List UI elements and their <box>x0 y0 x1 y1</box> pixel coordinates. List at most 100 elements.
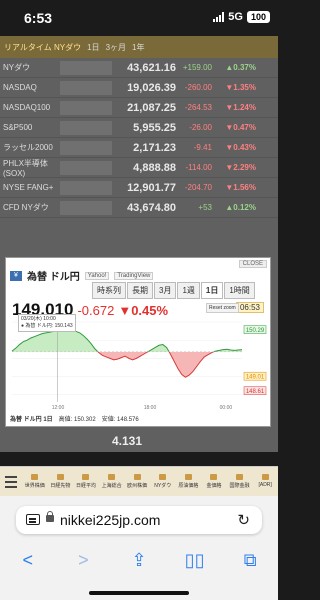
url-text[interactable]: nikkei225jp.com <box>60 512 160 528</box>
quote-name: S&P500 <box>3 123 33 132</box>
quote-price: 12,901.77 <box>127 181 176 194</box>
site-nav-item[interactable]: [ADR] <box>252 474 278 489</box>
back-icon[interactable]: < <box>13 550 43 571</box>
price-flag-label: 150.29 <box>246 328 265 334</box>
quote-price: 5,955.25 <box>133 121 176 134</box>
background-header: リアルタイム NYダウ 1日 3ヶ月 1年 <box>0 36 278 58</box>
nav-item-icon <box>236 474 244 480</box>
site-nav-item[interactable]: 世界株価 <box>22 474 48 489</box>
address-bar[interactable]: nikkei225jp.com ↻ <box>16 506 262 534</box>
tab-1-hour[interactable]: 1時間 <box>224 282 255 299</box>
modal-footer: 為替 ドル円 1日 高値: 150.302 安値: 148.576 <box>10 414 139 423</box>
quote-row[interactable]: NASDAQ 19,026.39 -260.00 ▼1.35% <box>0 78 278 98</box>
network-label: 5G <box>228 11 243 23</box>
tab-1-week[interactable]: 1週 <box>177 282 200 299</box>
tab-1-day[interactable]: 1日 <box>200 282 224 299</box>
nav-item-label: NYダウ <box>154 483 172 489</box>
reload-icon[interactable]: ↻ <box>237 511 250 529</box>
nav-item-label: 原油価格 <box>178 483 199 489</box>
source-tradingview-link[interactable]: TradingView <box>114 271 154 280</box>
reset-zoom-button[interactable]: Reset zoom <box>206 303 239 313</box>
x-tick-label: 18:00 <box>144 405 157 410</box>
quote-row[interactable]: CFD NYダウ 43,674.80 +53 ▲0.12% <box>0 198 278 218</box>
fx-icon: ¥ <box>10 270 22 281</box>
quote-row[interactable]: NYSE FANG+ 12,901.77 -204.70 ▼1.56% <box>0 178 278 198</box>
tab-timeseries[interactable]: 時系列 <box>92 282 126 299</box>
quote-price: 2,171.23 <box>133 141 176 154</box>
site-nav-item[interactable]: 上海総合 <box>99 474 125 489</box>
quote-change: -26.00 <box>189 123 212 132</box>
site-nav-item[interactable]: NYダウ <box>150 474 176 489</box>
x-tick-label: 12:00 <box>52 405 65 410</box>
source-yahoo-link[interactable]: Yahoo! <box>84 271 110 280</box>
background-row-value: 4.131 <box>112 434 143 448</box>
site-nav-item[interactable]: 金価格 <box>201 474 227 489</box>
nav-item-icon <box>261 474 269 480</box>
site-nav-item[interactable]: 日経平均 <box>73 474 99 489</box>
nav-item-icon <box>82 474 90 480</box>
chart-tooltip: 03/20(木) 10:00 ● 為替 ドル円: 150.143 <box>18 314 76 332</box>
quote-sparkline <box>60 80 112 95</box>
site-nav-item[interactable]: 国際金融 <box>227 474 253 489</box>
quote-sparkline <box>60 60 112 75</box>
battery-icon: 100 <box>246 11 270 23</box>
background-option[interactable]: 3ヶ月 <box>106 42 126 53</box>
update-time: 06:53 <box>235 302 264 313</box>
x-tick-label: 00:00 <box>220 405 233 410</box>
modal-title-row: ¥ 為替 ドル円 Yahoo! TradingView <box>10 268 154 283</box>
tooltip-value: ● 為替 ドル円: 150.143 <box>21 323 73 329</box>
quote-price: 43,621.16 <box>127 61 176 74</box>
nav-item-icon <box>159 474 167 480</box>
menu-icon[interactable] <box>0 467 22 497</box>
period-tabs: 時系列 長期 3月 1週 1日 1時間 <box>92 282 255 299</box>
quote-sparkline <box>60 120 112 135</box>
quote-percent: ▲0.37% <box>225 63 256 72</box>
footer-label: 為替 ドル円 1日 <box>10 417 53 423</box>
status-bar: 6:53 5G 100 <box>0 0 278 36</box>
nav-item-icon <box>56 474 64 480</box>
quote-row[interactable]: S&P500 5,955.25 -26.00 ▼0.47% <box>0 118 278 138</box>
nav-item-icon <box>133 474 141 480</box>
bookmarks-icon[interactable]: ▯▯ <box>180 550 210 571</box>
price-change: -0.672 <box>77 303 115 318</box>
quote-percent: ▼0.47% <box>225 123 256 132</box>
nav-item-icon <box>210 474 218 480</box>
quote-change: -264.53 <box>184 103 212 112</box>
nav-item-label: 世界株価 <box>24 483 45 489</box>
forward-icon[interactable]: > <box>68 550 98 571</box>
quote-row[interactable]: NASDAQ100 21,087.25 -264.53 ▼1.24% <box>0 98 278 118</box>
reader-mode-icon[interactable] <box>26 514 40 525</box>
quote-name: NASDAQ100 <box>3 103 51 112</box>
quote-name: ラッセル2000 <box>3 143 53 152</box>
quote-row[interactable]: PHLX半導体(SOX) 4,888.88 -114.00 ▼2.29% <box>0 158 278 178</box>
background-option[interactable]: 1年 <box>132 42 144 53</box>
quote-price: 43,674.80 <box>127 201 176 214</box>
background-option[interactable]: 1日 <box>87 42 99 53</box>
tab-3-month[interactable]: 3月 <box>154 282 177 299</box>
address-area: nikkei225jp.com ↻ <box>0 496 278 546</box>
quote-percent: ▼1.35% <box>225 83 256 92</box>
share-icon[interactable]: ⇪ <box>124 550 154 571</box>
status-time: 6:53 <box>24 10 53 26</box>
quote-name: NYSE FANG+ <box>3 183 54 192</box>
nav-item-label: [ADR] <box>258 482 272 488</box>
close-button[interactable]: CLOSE <box>238 260 267 268</box>
quote-row[interactable]: ラッセル2000 2,171.23 -9.41 ▼0.43% <box>0 138 278 158</box>
nav-item-label: 日経平均 <box>75 483 96 489</box>
fx-chart-modal: CLOSE ¥ 為替 ドル円 Yahoo! TradingView 時系列 長期… <box>5 257 271 427</box>
site-nav-item[interactable]: 日経先物 <box>48 474 74 489</box>
tabs-icon[interactable]: ⧉ <box>235 550 265 571</box>
site-nav-item[interactable]: 原油価格 <box>176 474 202 489</box>
quote-row[interactable]: NYダウ 43,621.16 +159.00 ▲0.37% <box>0 58 278 78</box>
quote-sparkline <box>60 160 112 175</box>
quote-change: -114.00 <box>185 163 212 172</box>
quote-name: NASDAQ <box>3 83 37 92</box>
quote-percent: ▼2.29% <box>225 163 256 172</box>
tab-long-term[interactable]: 長期 <box>127 282 153 299</box>
site-nav-item[interactable]: 欧州株価 <box>124 474 150 489</box>
quote-sparkline <box>60 200 112 215</box>
background-row-partial: 4.131 <box>0 432 278 450</box>
nav-item-label: 日経先物 <box>50 483 71 489</box>
quote-percent: ▼0.43% <box>225 143 256 152</box>
nav-item-label: 欧州株価 <box>127 483 148 489</box>
